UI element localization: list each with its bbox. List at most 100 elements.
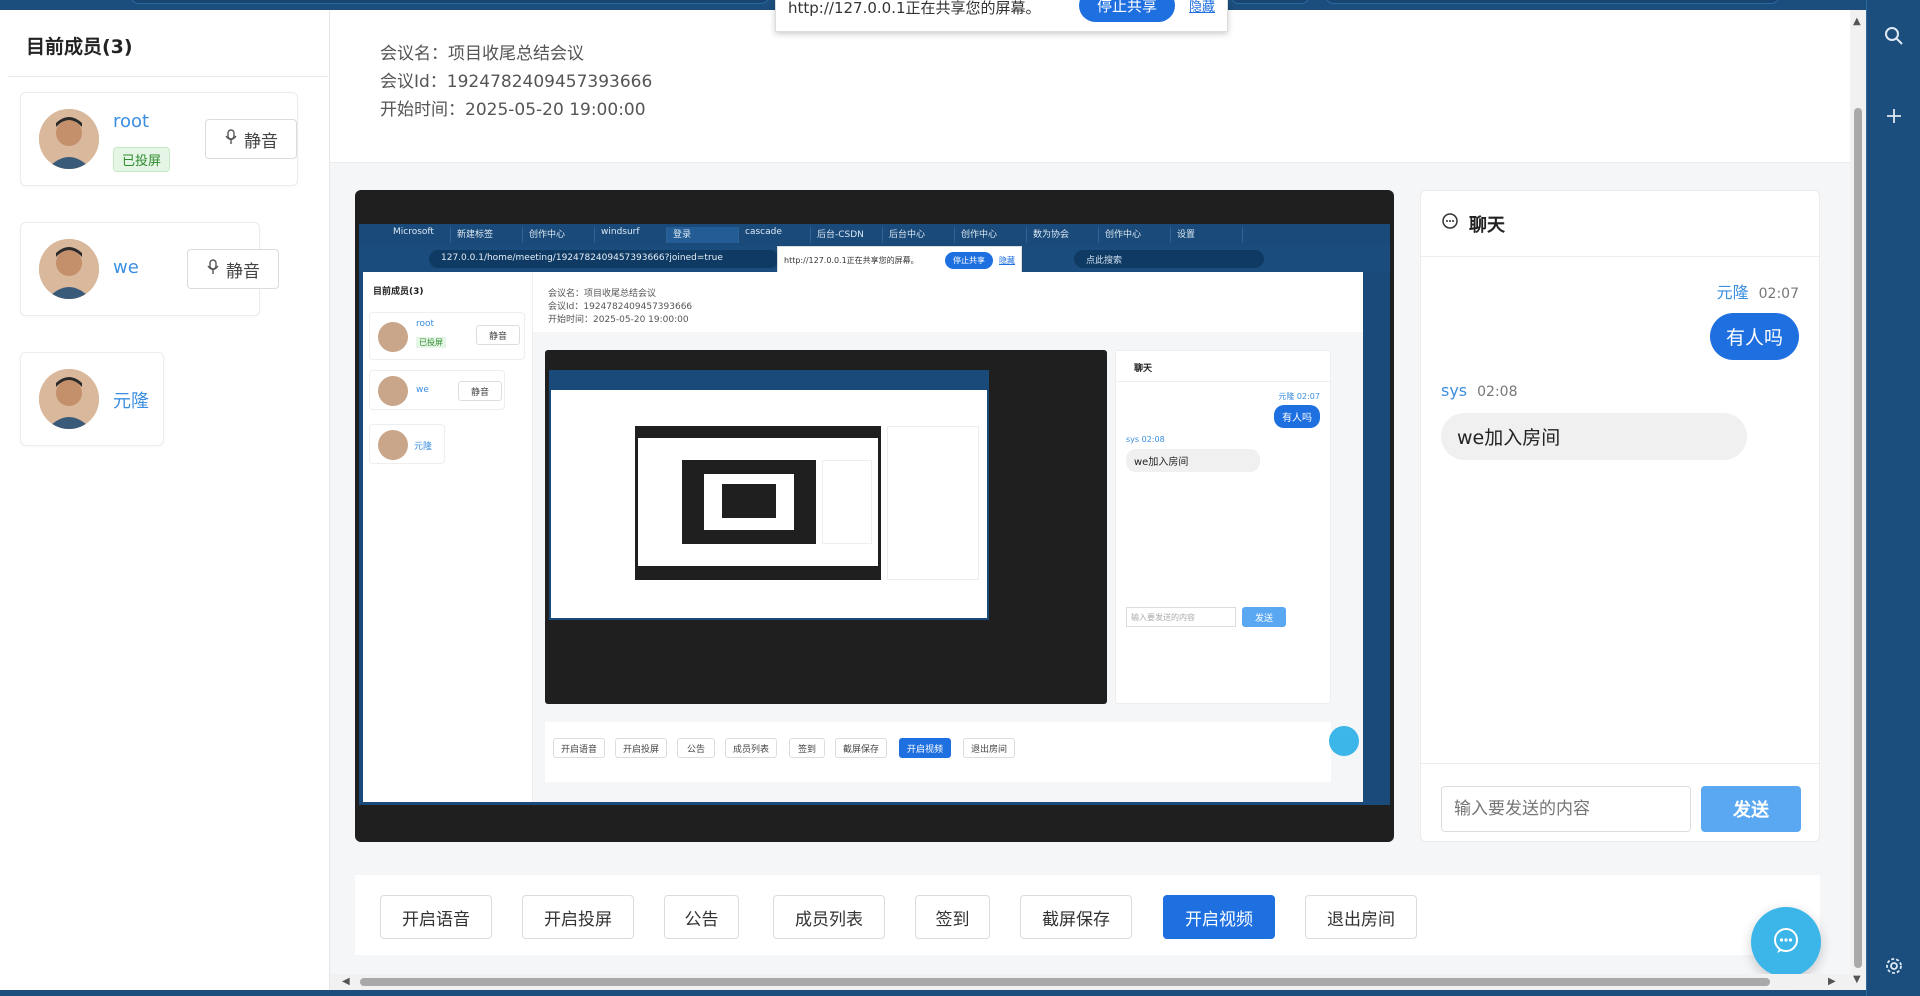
shared-share-notice: http://127.0.0.1正在共享您的屏幕。 停止共享 隐藏 xyxy=(777,246,1022,274)
shared-meeting-start: 开始时间：2025-05-20 19:00:00 xyxy=(548,315,689,325)
hide-notice-link[interactable]: 隐藏 xyxy=(1189,0,1215,15)
avatar xyxy=(39,239,99,299)
mute-button-root[interactable]: 静音 xyxy=(205,119,297,159)
search-icon[interactable] xyxy=(1882,24,1906,48)
chat-bubble-icon xyxy=(1441,212,1459,235)
chat-header: 聊天 xyxy=(1421,191,1819,257)
meeting-start-time: 开始时间：2025-05-20 19:00:00 xyxy=(380,100,646,120)
microphone-icon xyxy=(224,128,238,150)
video-toggle-button[interactable]: 开启视频 xyxy=(1163,895,1275,939)
shared-member-name: 元隆 xyxy=(414,442,433,452)
sidebar-divider xyxy=(8,76,328,77)
shared-action-bar: 开启语音 开启投屏 公告 成员列表 签到 截屏保存 开启视频 退出房间 xyxy=(545,722,1331,782)
voice-toggle-button[interactable]: 开启语音 xyxy=(380,895,492,939)
avatar xyxy=(378,430,408,460)
chat-footer-divider xyxy=(1421,763,1819,764)
shared-tab: 新建标签 xyxy=(451,227,523,243)
shared-share-text: http://127.0.0.1正在共享您的屏幕。 xyxy=(784,255,919,265)
leave-room-button[interactable]: 退出房间 xyxy=(1305,895,1417,939)
mute-label: 静音 xyxy=(226,261,260,282)
meeting-id: 会议Id：1924782409457393666 xyxy=(380,72,653,92)
shared-search: 点此搜索 xyxy=(1074,250,1264,268)
mute-button-we[interactable]: 静音 xyxy=(187,249,279,289)
shared-action-button: 开启语音 xyxy=(553,738,605,758)
deep-browser xyxy=(549,370,989,620)
shared-sidebar: 目前成员(3) root 已投屏 静音 we 静音 元隆 xyxy=(363,272,533,802)
screen-share-button[interactable]: 开启投屏 xyxy=(522,895,634,939)
deep-chat-panel xyxy=(887,426,979,580)
action-bar: 开启语音 开启投屏 公告 成员列表 签到 截屏保存 开启视频 退出房间 xyxy=(355,875,1820,955)
scroll-up-icon[interactable]: ▲ xyxy=(1853,16,1861,27)
chat-fab-button[interactable] xyxy=(1751,907,1821,977)
screen-share-notice: http://127.0.0.1正在共享您的屏幕。 停止共享 隐藏 xyxy=(775,0,1228,32)
meeting-app: 目前成员(3) root 已投屏 静音 we 静音 元隆 会议名：项目收尾总结会… xyxy=(0,10,1866,990)
message-time: 02:08 xyxy=(1477,384,1518,400)
member-name: we xyxy=(113,257,139,278)
shared-meeting-id: 会议Id：1924782409457393666 xyxy=(548,302,693,312)
meeting-name: 会议名：项目收尾总结会议 xyxy=(380,44,584,64)
screen-share-badge: 已投屏 xyxy=(113,147,171,172)
shared-content: 聊天 元隆 02:07 有人吗 sys 02:08 we加入房间 输入要发送的内… xyxy=(533,332,1363,802)
shared-tab: 后台中心 xyxy=(883,227,955,243)
shared-tab: 创作中心 xyxy=(523,227,595,243)
shared-member-name: root xyxy=(416,319,435,329)
announcement-button[interactable]: 公告 xyxy=(664,895,739,939)
shared-tab: 创作中心 xyxy=(1099,227,1171,243)
check-in-button[interactable]: 签到 xyxy=(915,895,990,939)
horizontal-scrollbar[interactable]: ◀ ▶ xyxy=(330,974,1850,990)
message-meta: sys 02:08 xyxy=(1441,381,1518,400)
deep-screen xyxy=(635,426,881,580)
scroll-left-icon[interactable]: ◀ xyxy=(342,976,350,987)
shared-tab: Microsoft xyxy=(387,227,451,243)
shared-badge: 已投屏 xyxy=(416,337,446,348)
plus-icon[interactable] xyxy=(1882,104,1906,128)
shared-msg-meta: 元隆 02:07 xyxy=(1278,392,1320,401)
member-card-we: we 静音 xyxy=(20,222,279,316)
stop-sharing-button[interactable]: 停止共享 xyxy=(1078,0,1175,22)
shared-chat-panel: 聊天 元隆 02:07 有人吗 sys 02:08 we加入房间 输入要发送的内… xyxy=(1115,350,1331,704)
shared-send-button: 发送 xyxy=(1242,607,1286,627)
shared-browser-tabs: Microsoft 新建标签 创作中心 windsurf 登录 cascade … xyxy=(359,224,1390,246)
shared-chat-fab xyxy=(1329,726,1359,756)
member-sidebar: 目前成员(3) root 已投屏 静音 we 静音 元隆 xyxy=(0,10,330,990)
scroll-right-icon[interactable]: ▶ xyxy=(1828,976,1836,987)
chat-message-input[interactable] xyxy=(1441,786,1691,832)
message-sender: 元隆 xyxy=(1716,283,1749,302)
shared-browser-window: Microsoft 新建标签 创作中心 windsurf 登录 cascade … xyxy=(359,224,1390,805)
message-bubble-system: we加入房间 xyxy=(1441,413,1747,460)
shared-nested-screen xyxy=(545,350,1107,704)
send-button[interactable]: 发送 xyxy=(1701,786,1801,832)
shared-stop-button: 停止共享 xyxy=(945,251,993,269)
shared-action-button: 公告 xyxy=(677,738,715,758)
browser-tab-remnant xyxy=(1325,0,1780,4)
screenshot-save-button[interactable]: 截屏保存 xyxy=(1020,895,1132,939)
deep-page-2 xyxy=(638,438,878,566)
shared-tab: cascade xyxy=(739,227,811,243)
shared-msg-bubble: we加入房间 xyxy=(1126,449,1260,472)
avatar xyxy=(39,109,99,169)
shared-action-button: 开启视频 xyxy=(899,738,951,758)
horizontal-scroll-thumb[interactable] xyxy=(360,978,1770,986)
deep-chat xyxy=(822,460,872,544)
browser-tab-remnant xyxy=(130,0,770,4)
shared-url: 127.0.0.1/home/meeting/19247824094573936… xyxy=(429,250,779,268)
deep-page-3 xyxy=(704,474,794,530)
member-list-button[interactable]: 成员列表 xyxy=(773,895,885,939)
shared-tab: 设置 xyxy=(1171,227,1243,243)
shared-meeting-name: 会议名：项目收尾总结会议 xyxy=(548,289,657,299)
message-bubble-outgoing: 有人吗 xyxy=(1709,313,1799,360)
browser-tab-remnant xyxy=(1230,0,1310,4)
shared-action-button: 截屏保存 xyxy=(835,738,887,758)
shared-member-title: 目前成员(3) xyxy=(373,287,424,297)
shared-chat-title: 聊天 xyxy=(1134,364,1153,374)
scroll-down-icon[interactable]: ▼ xyxy=(1853,974,1861,985)
shared-msg-bubble: 有人吗 xyxy=(1274,405,1320,428)
message-sender: sys xyxy=(1441,381,1468,400)
shared-page: 目前成员(3) root 已投屏 静音 we 静音 元隆 会议名：项目收尾总结会… xyxy=(363,272,1363,802)
share-notice-text: http://127.0.0.1正在共享您的屏幕。 xyxy=(788,0,1041,17)
shared-action-button: 退出房间 xyxy=(963,738,1015,758)
gear-icon[interactable] xyxy=(1882,954,1906,978)
vertical-scroll-thumb[interactable] xyxy=(1854,108,1862,968)
deep-screen-2 xyxy=(682,460,816,544)
vertical-scrollbar[interactable]: ▲ ▼ xyxy=(1850,10,1866,990)
